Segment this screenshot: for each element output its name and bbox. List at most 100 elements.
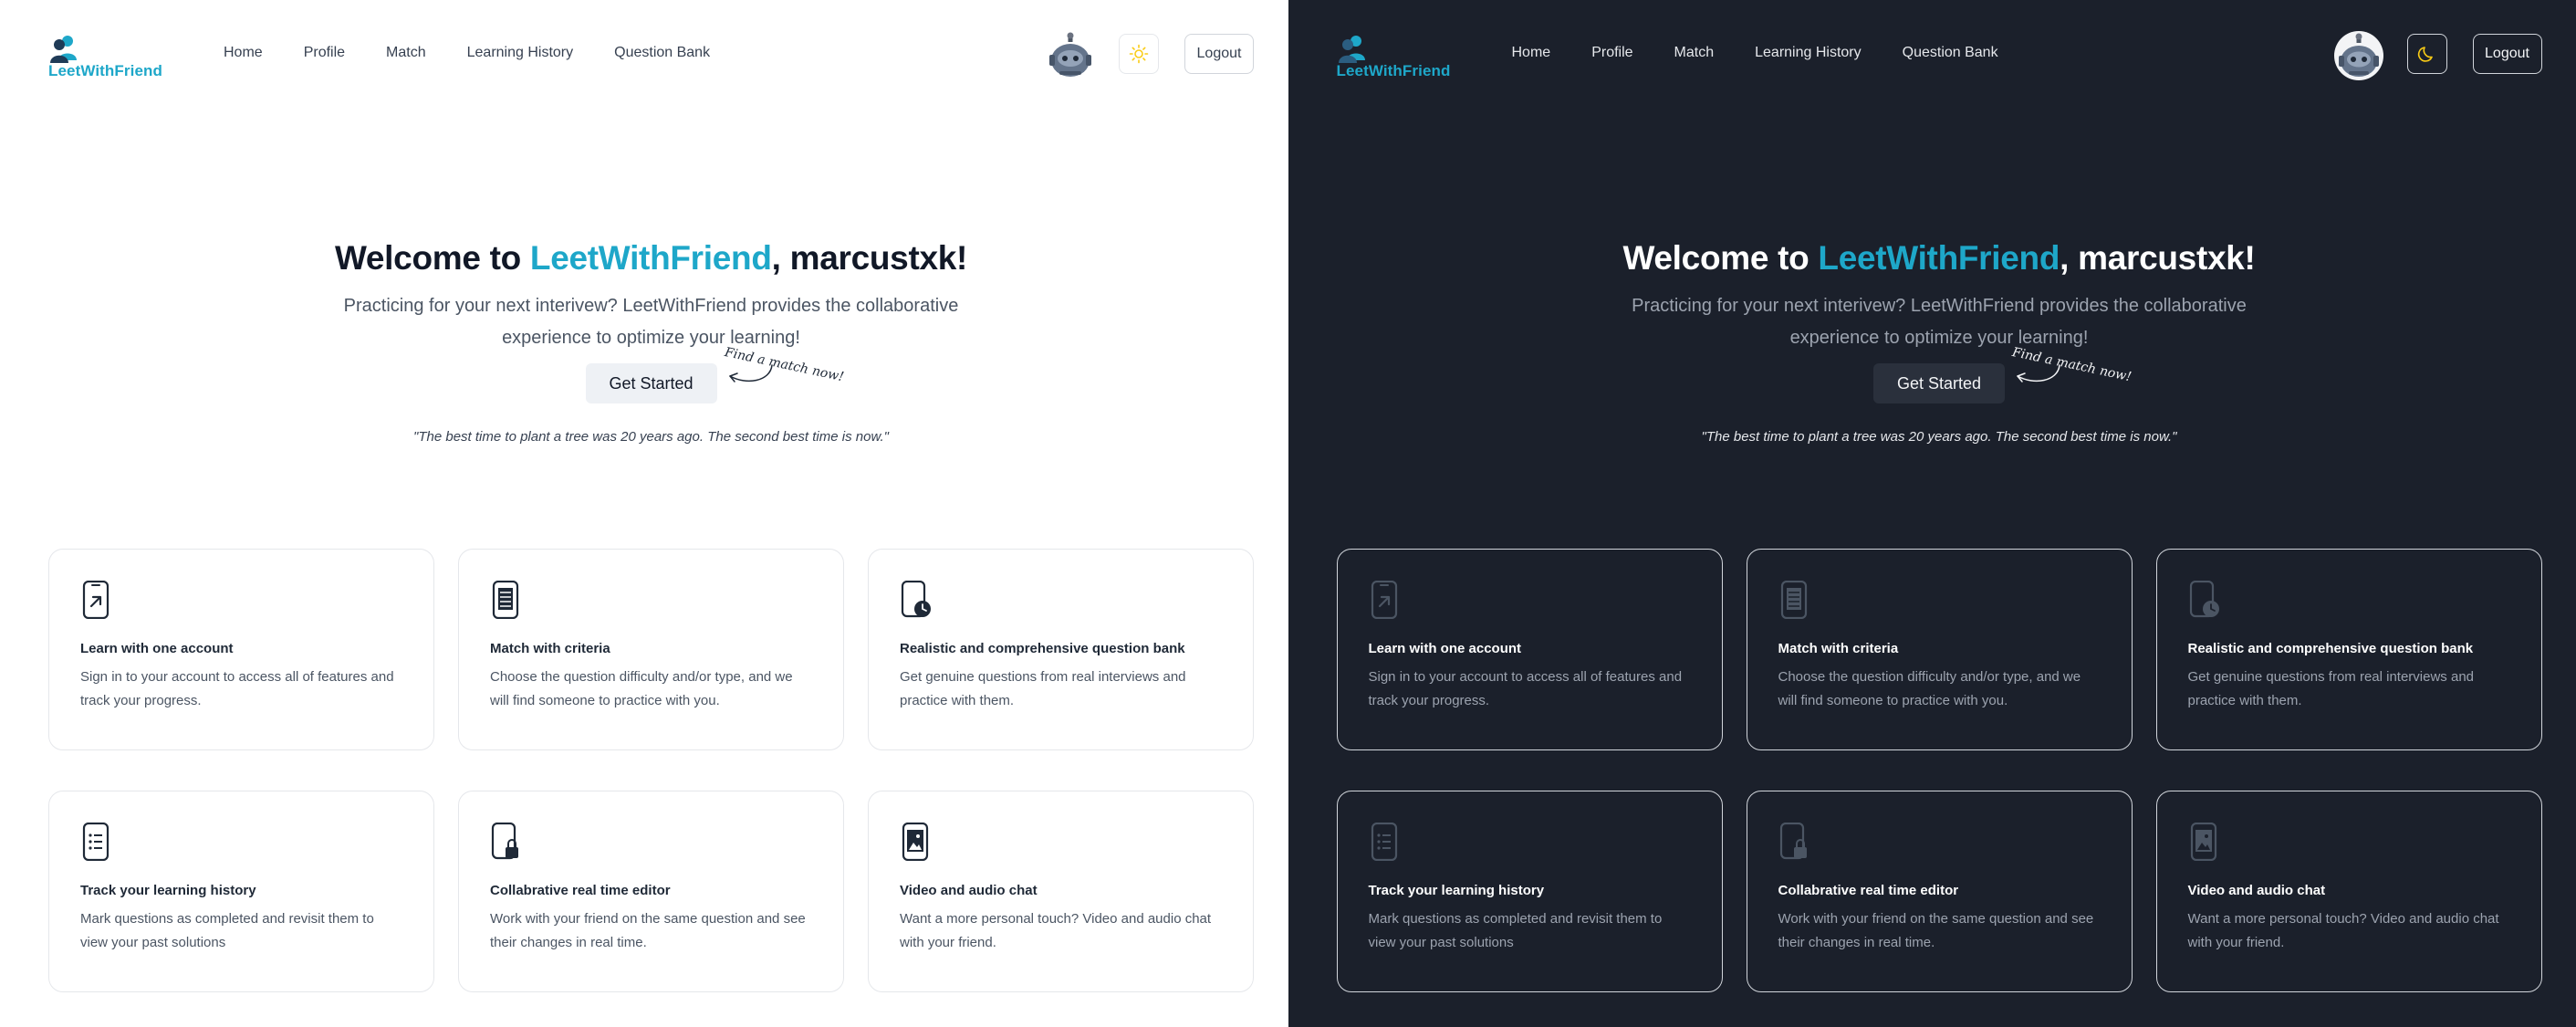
users-logo-icon <box>50 36 77 63</box>
feature-description: Choose the question difficulty and/or ty… <box>1778 669 2081 708</box>
feature-description: Sign in to your account to access all of… <box>80 669 394 708</box>
nav-home[interactable]: Home <box>1512 45 1551 61</box>
curved-arrow-icon <box>2017 364 2060 383</box>
feature-title: Track your learning history <box>1368 883 1545 898</box>
users-logo-icon <box>1338 36 1365 63</box>
feature-cards: Learn with one account Sign in to your a… <box>1336 549 2543 992</box>
cta-wrapper: Get Started Find a match now! <box>1873 345 2133 403</box>
feature-title: Collabrative real time editor <box>1778 883 1959 898</box>
welcome-prefix: Welcome to <box>334 239 530 277</box>
nav-question-bank[interactable]: Question Bank <box>614 45 710 61</box>
feature-description: Choose the question difficulty and/or ty… <box>490 669 793 708</box>
avatar[interactable] <box>2333 31 2383 80</box>
nav-question-bank[interactable]: Question Bank <box>1903 45 1998 61</box>
feature-title: Video and audio chat <box>2187 883 2326 898</box>
feature-description: Work with your friend on the same questi… <box>490 911 806 950</box>
feature-description: Get genuine questions from real intervie… <box>900 669 1186 708</box>
logo-text: LeetWithFriend <box>48 62 162 79</box>
feature-title: Learn with one account <box>1368 641 1522 656</box>
phone-document-icon <box>1780 581 1807 619</box>
phone-lock-icon <box>491 823 518 860</box>
feature-card: Video and audio chat Want a more persona… <box>2155 791 2542 992</box>
theme-toggle-button[interactable] <box>1119 34 1159 74</box>
phone-video-icon <box>902 823 929 861</box>
logo[interactable]: LeetWithFriend <box>1337 33 1465 80</box>
nav-match[interactable]: Match <box>386 45 426 61</box>
hero-section: Welcome to LeetWithFriend, marcustxk! Pr… <box>1288 239 2576 445</box>
curved-arrow-icon <box>728 364 773 383</box>
feature-card: Learn with one account Sign in to your a… <box>1336 549 1723 750</box>
cta-wrapper: Get Started Find a match now! <box>585 345 845 403</box>
phone-list-icon <box>1371 823 1397 861</box>
feature-title: Collabrative real time editor <box>490 883 671 898</box>
nav-home[interactable]: Home <box>224 45 263 61</box>
feature-title: Match with criteria <box>490 641 610 656</box>
welcome-heading: Welcome to LeetWithFriend, marcustxk! <box>1288 239 2576 278</box>
dark-theme-pane: LeetWithFriend Home Profile Match Learni… <box>1288 0 2576 1027</box>
nav-profile[interactable]: Profile <box>304 45 345 61</box>
quote-text: "The best time to plant a tree was 20 ye… <box>413 429 889 445</box>
nav-profile[interactable]: Profile <box>1591 45 1632 61</box>
quote-text: "The best time to plant a tree was 20 ye… <box>1701 429 2177 445</box>
feature-description: Mark questions as completed and revisit … <box>1368 911 1663 950</box>
welcome-brand: LeetWithFriend <box>1818 239 2060 277</box>
feature-title: Track your learning history <box>80 883 256 898</box>
feature-card: Match with criteria Choose the question … <box>458 549 844 750</box>
welcome-suffix: , marcustxk! <box>771 239 968 277</box>
find-match-note: Find a match now! <box>723 345 863 400</box>
logout-button[interactable]: Logout <box>1184 34 1254 74</box>
feature-card: Realistic and comprehensive question ban… <box>2155 549 2542 750</box>
phone-arrow-icon <box>1371 581 1397 619</box>
feature-card: Learn with one account Sign in to your a… <box>48 549 434 750</box>
feature-description: Want a more personal touch? Video and au… <box>900 911 1212 950</box>
feature-cards: Learn with one account Sign in to your a… <box>48 549 1255 992</box>
nav-menu: Home Profile Match Learning History Ques… <box>1512 45 2039 61</box>
robot-avatar-icon <box>2338 33 2379 77</box>
find-match-note: Find a match now! <box>2011 345 2151 400</box>
hero-section: Welcome to LeetWithFriend, marcustxk! Pr… <box>0 239 1288 445</box>
feature-card: Match with criteria Choose the question … <box>1746 549 2133 750</box>
logo-text: LeetWithFriend <box>1336 62 1451 79</box>
get-started-button[interactable]: Get Started <box>585 363 717 403</box>
phone-arrow-icon <box>82 581 110 619</box>
feature-card: Collabrative real time editor Work with … <box>458 791 844 992</box>
feature-description: Get genuine questions from real intervie… <box>2187 669 2475 708</box>
welcome-prefix: Welcome to <box>1622 239 1819 277</box>
sun-icon <box>1129 44 1149 64</box>
feature-card: Track your learning history Mark questio… <box>1336 791 1723 992</box>
feature-description: Sign in to your account to access all of… <box>1368 669 1683 708</box>
welcome-brand: LeetWithFriend <box>529 239 772 277</box>
feature-title: Learn with one account <box>80 641 234 656</box>
get-started-button[interactable]: Get Started <box>1873 363 2005 403</box>
feature-card: Track your learning history Mark questio… <box>48 791 434 992</box>
phone-video-icon <box>2190 823 2216 861</box>
hero-description: Practicing for your next interivew? Leet… <box>1632 296 2247 348</box>
feature-card: Collabrative real time editor Work with … <box>1746 791 2133 992</box>
light-theme-pane: LeetWithFriend Home Profile Match Learni… <box>0 0 1288 1027</box>
phone-document-icon <box>492 581 519 619</box>
nav-learning-history[interactable]: Learning History <box>467 45 574 61</box>
nav-learning-history[interactable]: Learning History <box>1755 45 1862 61</box>
logo[interactable]: LeetWithFriend <box>48 33 176 80</box>
theme-toggle-button[interactable] <box>2406 34 2447 74</box>
feature-card: Video and audio chat Want a more persona… <box>868 791 1254 992</box>
feature-description: Work with your friend on the same questi… <box>1778 911 2094 950</box>
feature-title: Video and audio chat <box>900 883 1038 898</box>
feature-description: Mark questions as completed and revisit … <box>80 911 374 950</box>
feature-title: Realistic and comprehensive question ban… <box>2187 641 2474 656</box>
feature-title: Realistic and comprehensive question ban… <box>900 641 1185 656</box>
welcome-suffix: , marcustxk! <box>2060 239 2256 277</box>
nav-match[interactable]: Match <box>1674 45 1715 61</box>
phone-list-icon <box>82 823 110 861</box>
logout-button[interactable]: Logout <box>2472 34 2542 74</box>
phone-clock-icon <box>2189 581 2219 618</box>
feature-title: Match with criteria <box>1778 641 1899 656</box>
nav-menu: Home Profile Match Learning History Ques… <box>224 45 751 61</box>
phone-lock-icon <box>1779 823 1807 860</box>
avatar[interactable] <box>1046 31 1095 80</box>
welcome-heading: Welcome to LeetWithFriend, marcustxk! <box>0 239 1288 278</box>
navbar: LeetWithFriend Home Profile Match Learni… <box>1288 0 2576 110</box>
moon-icon <box>2417 47 2433 62</box>
phone-clock-icon <box>901 581 931 618</box>
hero-description: Practicing for your next interivew? Leet… <box>343 296 959 348</box>
